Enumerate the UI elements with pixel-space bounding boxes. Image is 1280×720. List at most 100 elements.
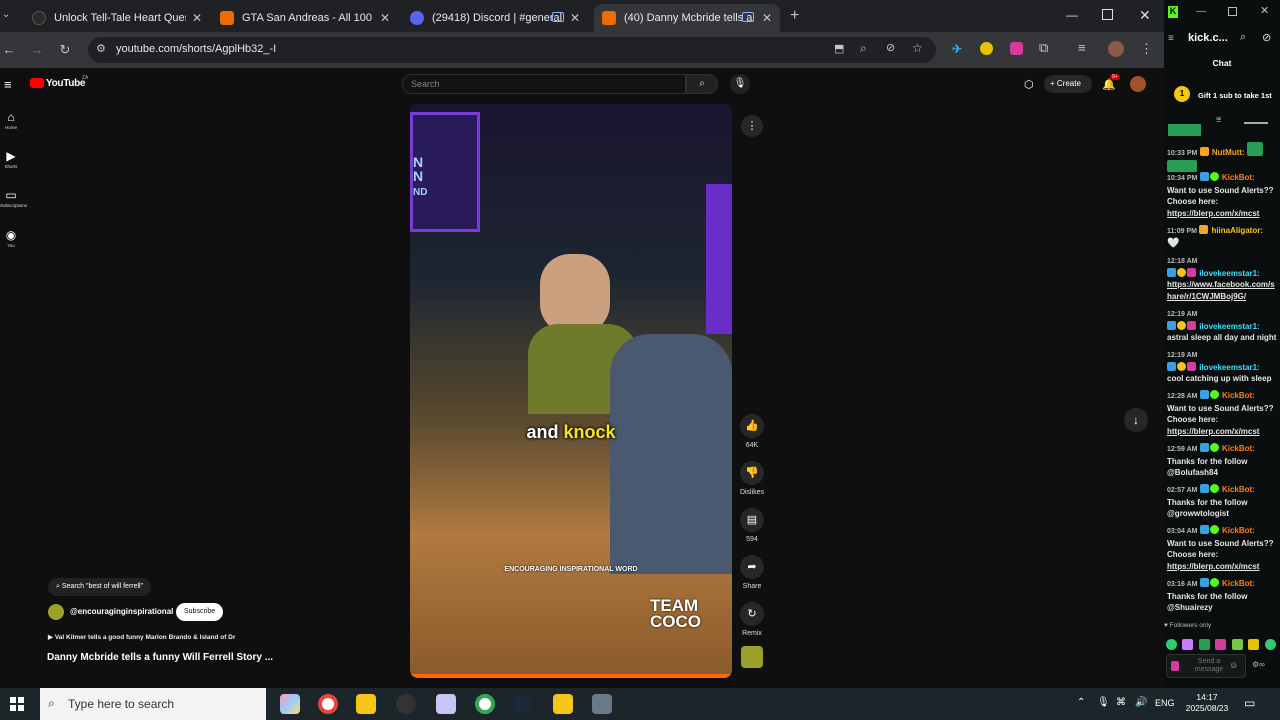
windows-start-icon[interactable] (10, 697, 24, 711)
emote-image[interactable] (1198, 639, 1210, 650)
tab-close-icon[interactable]: ✕ (762, 11, 772, 25)
voice-search-icon[interactable]: 🎙 (730, 74, 750, 94)
forward-icon[interactable]: → (28, 42, 46, 57)
file-explorer-icon[interactable] (356, 694, 376, 714)
next-short-button[interactable]: ↓ (1124, 408, 1148, 432)
youtube-logo-text[interactable]: YouTube (46, 78, 86, 89)
emote-quick-bar[interactable] (1166, 636, 1278, 650)
channel-name[interactable]: @encouraginginspirational (70, 607, 173, 616)
more-options-icon[interactable]: ⋮ (741, 115, 763, 137)
kick-search-icon[interactable]: ⌕ (1240, 31, 1246, 44)
kick-minimize-icon[interactable]: — (1196, 6, 1206, 17)
emote-image[interactable] (1248, 639, 1260, 650)
search-button[interactable]: ⌕ (686, 74, 718, 94)
channel-avatar[interactable] (48, 604, 64, 620)
extension-icon[interactable] (1010, 42, 1023, 55)
comments-button[interactable]: ▤ 594 (738, 508, 766, 543)
tab-3-active[interactable]: (40) Danny Mcbride tells a ✕ (594, 4, 780, 32)
network-icon[interactable]: ⌘ (1116, 697, 1126, 708)
message-user[interactable]: NutMutt: (1212, 148, 1245, 157)
address-bar[interactable]: ⚙ youtube.com/shorts/AgplHb32_-I ⬒ ⌕ ⊘ ☆ (88, 37, 936, 63)
remix-button[interactable]: ↻ Remix (738, 602, 766, 637)
create-button[interactable]: + Create (1044, 75, 1092, 93)
rail-subscriptions[interactable]: ▭ Subscriptions (0, 188, 27, 208)
rail-shorts[interactable]: ▶ Shorts (0, 149, 22, 169)
install-app-icon[interactable]: ⬒ (834, 42, 844, 55)
message-user[interactable]: ilovekeemstar1: (1199, 363, 1259, 372)
language-indicator[interactable]: ENG (1155, 698, 1175, 708)
notification-center-icon[interactable]: ▭ (1244, 696, 1255, 710)
kick-site-menu-icon[interactable]: ≡ (1168, 33, 1174, 44)
video-progress-bar[interactable] (410, 674, 732, 678)
chat-message-input[interactable]: Send a message ☺ (1166, 654, 1246, 678)
steam-app-icon[interactable] (513, 694, 533, 714)
pinned-filter-icon[interactable]: ⩸ (1216, 114, 1221, 125)
audio-source-thumbnail[interactable] (741, 646, 763, 668)
kick-hide-icon[interactable]: ⊘ (1262, 31, 1271, 44)
media-controls-icon[interactable]: ≡ (1078, 40, 1086, 55)
message-user[interactable]: ilovekeemstar1: (1199, 322, 1259, 331)
emote-image[interactable] (1215, 639, 1227, 650)
message-user[interactable]: KickBot: (1222, 391, 1255, 400)
profile-avatar[interactable] (1108, 41, 1124, 57)
tab-search-icon[interactable]: ⌄ (2, 9, 10, 20)
extension-icon[interactable] (980, 42, 993, 55)
new-tab-button[interactable]: + (790, 7, 799, 25)
app-icon[interactable] (592, 694, 612, 714)
rail-home[interactable]: ⌂ Home (0, 110, 22, 130)
chrome-app-icon[interactable] (318, 694, 338, 714)
gift-sub-text[interactable]: Gift 1 sub to take 1st (1198, 91, 1272, 100)
close-window-icon[interactable]: ✕ (1139, 7, 1151, 24)
zoom-icon[interactable]: ⌕ (860, 41, 867, 56)
like-button[interactable]: 👍 64K (738, 414, 766, 449)
dislike-button[interactable]: 👎 Dislikes (738, 461, 766, 496)
emote-image[interactable] (1182, 639, 1194, 650)
message-link[interactable]: https://blerp.com/x/mcst (1167, 562, 1259, 571)
site-info-icon[interactable]: ⚙ (96, 42, 106, 55)
tracking-protection-icon[interactable]: ⊘ (886, 41, 895, 54)
message-user[interactable]: ilovekeemstar1: (1199, 269, 1259, 278)
chrome-profile-app-icon[interactable] (475, 694, 495, 714)
maximize-icon[interactable] (1102, 9, 1113, 20)
extension-icon[interactable]: ✈ (952, 42, 966, 56)
youtube-logo-icon[interactable] (30, 78, 44, 88)
gift-count-badge[interactable]: 1 (1174, 86, 1190, 102)
browser-menu-icon[interactable]: ⋮ (1140, 41, 1153, 57)
rail-you[interactable]: ◉ You (0, 228, 22, 248)
message-user[interactable]: KickBot: (1222, 444, 1255, 453)
message-user[interactable]: hiinaAligator: (1211, 226, 1263, 235)
message-user[interactable]: KickBot: (1222, 173, 1255, 182)
emote-image[interactable] (1231, 639, 1243, 650)
tab-close-icon[interactable]: ✕ (570, 11, 580, 25)
youtube-search-input[interactable]: Search (402, 74, 686, 94)
kick-maximize-icon[interactable] (1228, 7, 1237, 16)
reload-icon[interactable]: ↻ (56, 42, 74, 58)
tab-0[interactable]: Unlock Tell-Tale Heart Quest ✕ (24, 4, 210, 32)
kick-close-icon[interactable]: ✕ (1260, 4, 1269, 17)
short-video-player[interactable]: N N ND and knock ENCOURAGING INSPIRATIONAL… (410, 104, 732, 678)
taskbar-clock[interactable]: 14:17 2025/08/23 (1184, 692, 1230, 714)
share-button[interactable]: ➦ Share (738, 555, 766, 590)
emote-picker-icon[interactable]: ☺ (1229, 660, 1238, 670)
message-user[interactable]: KickBot: (1222, 485, 1255, 494)
subscribe-button[interactable]: Subscribe (176, 603, 224, 621)
emote-image[interactable] (1166, 639, 1177, 650)
game-app-icon[interactable] (553, 694, 573, 714)
message-link[interactable]: https://www.facebook.com/share/r/1CWJMBo… (1167, 280, 1275, 301)
message-user[interactable]: KickBot: (1222, 579, 1255, 588)
volume-icon[interactable]: 🔊 (1135, 697, 1147, 708)
emote-image[interactable] (1264, 639, 1276, 650)
tab-2[interactable]: (29418) Discord | #general ✕ (402, 4, 588, 32)
taskbar-search-input[interactable]: ⌕ Type here to search (40, 688, 266, 720)
snipping-tool-icon[interactable] (436, 694, 456, 714)
message-link[interactable]: https://blerp.com/x/mcst (1167, 427, 1259, 436)
message-link[interactable]: https://blerp.com/x/mcst (1167, 209, 1259, 218)
tray-overflow-icon[interactable]: ⌃ (1077, 697, 1085, 708)
chat-settings-icon[interactable]: ⚙∞ (1252, 660, 1265, 669)
message-user[interactable]: KickBot: (1222, 526, 1255, 535)
cast-icon[interactable]: ⬡ (1024, 78, 1034, 91)
account-avatar[interactable] (1130, 76, 1146, 92)
microphone-icon[interactable]: 🎙 (1097, 697, 1110, 708)
copilot-app-icon[interactable] (280, 694, 300, 714)
bookmark-star-icon[interactable]: ☆ (912, 41, 923, 55)
